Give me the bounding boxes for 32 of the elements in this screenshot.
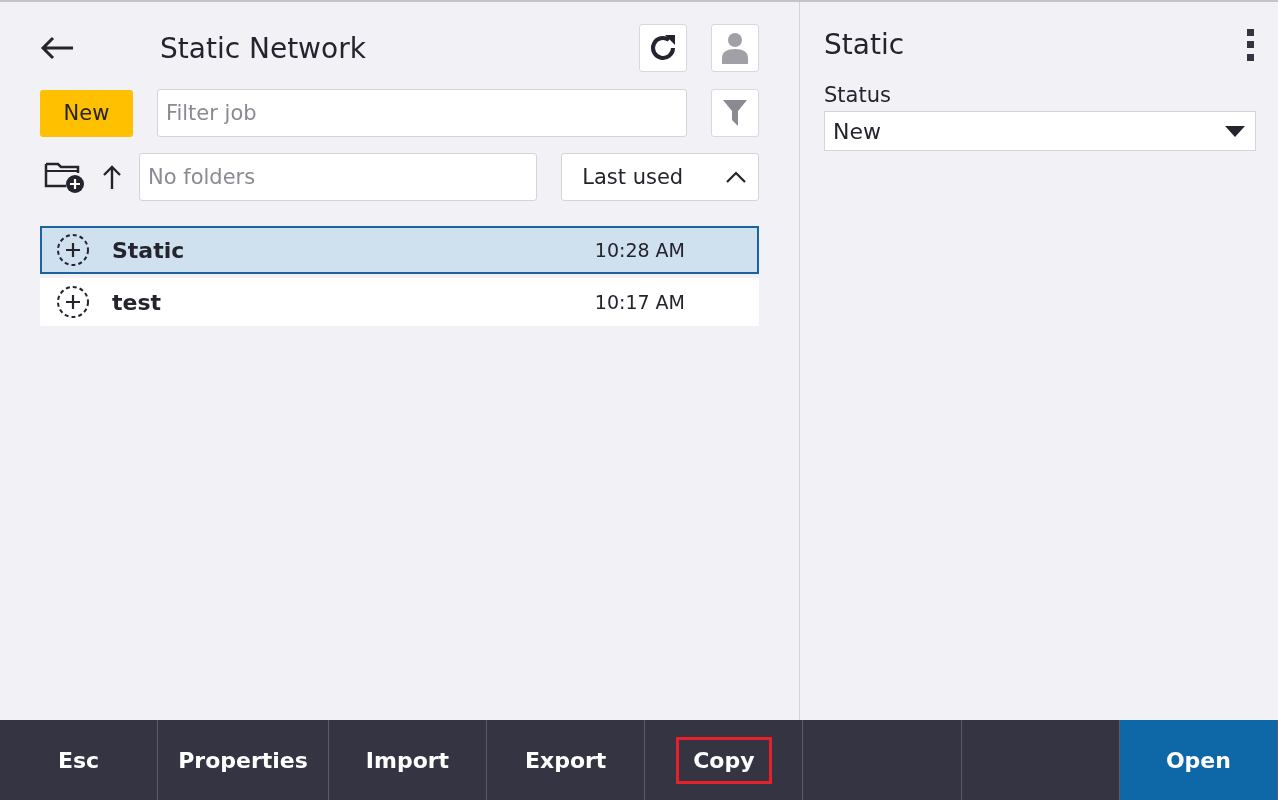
person-icon — [722, 32, 748, 64]
up-arrow-icon — [103, 165, 121, 189]
page-title: Static Network — [160, 31, 367, 65]
job-time: 10:28 AM — [594, 239, 685, 261]
user-button[interactable] — [711, 24, 759, 72]
sort-button[interactable]: Last used — [561, 153, 759, 201]
job-row[interactable]: Static 10:28 AM — [40, 226, 759, 274]
dashed-plus-circle-icon — [56, 285, 90, 319]
job-row[interactable]: test 10:17 AM — [40, 278, 759, 326]
detail-title: Static — [824, 28, 906, 61]
back-button[interactable] — [40, 36, 74, 60]
sort-label: Last used — [582, 165, 684, 189]
filter-button[interactable] — [711, 89, 759, 137]
job-name: test — [112, 289, 163, 315]
folder-field[interactable]: No folders — [139, 153, 538, 201]
status-dropdown[interactable]: New — [824, 111, 1256, 151]
kebab-menu-icon — [1246, 28, 1256, 61]
filter-field[interactable]: Filter job — [156, 89, 688, 137]
new-button[interactable]: New — [40, 89, 133, 137]
funnel-icon — [723, 100, 747, 126]
job-time: 10:17 AM — [594, 291, 685, 313]
job-name: Static — [112, 237, 186, 263]
open-button[interactable]: Open — [1119, 720, 1278, 800]
back-arrow-icon — [40, 36, 74, 60]
more-button[interactable] — [1246, 28, 1256, 61]
refresh-button[interactable] — [639, 24, 687, 72]
dashed-plus-circle-icon — [56, 233, 90, 267]
status-label: Status — [824, 83, 892, 107]
folder-add-icon — [44, 160, 86, 194]
up-button[interactable] — [103, 165, 121, 189]
new-folder-button[interactable] — [44, 160, 86, 194]
dropdown-triangle-icon — [1225, 125, 1245, 137]
